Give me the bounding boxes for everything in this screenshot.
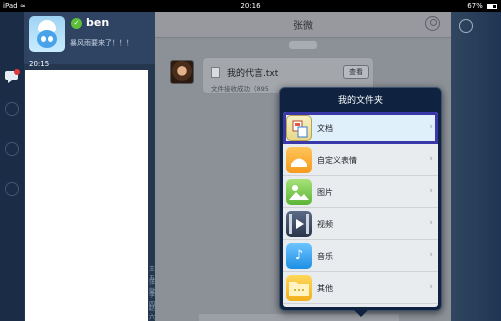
chevron-right-icon: › bbox=[429, 122, 433, 132]
folder-item-videos[interactable]: 视频 › bbox=[283, 208, 438, 240]
conversation-list-panel: ✓ ben 暴风雨要来了！！！ 20:15 王五 张微 李四 赵六 bbox=[24, 12, 155, 321]
folder-item-label: 文档 bbox=[317, 124, 333, 133]
folder-item-pictures[interactable]: 图片 › bbox=[283, 176, 438, 208]
emoji-icon bbox=[286, 147, 312, 173]
settings-icon[interactable] bbox=[5, 182, 19, 196]
time-divider bbox=[289, 41, 317, 49]
nav-rail bbox=[0, 12, 24, 321]
right-edge bbox=[451, 12, 501, 321]
user-name: ben bbox=[86, 16, 110, 29]
avatar[interactable] bbox=[29, 16, 65, 52]
video-icon bbox=[286, 211, 312, 237]
folder-item-other[interactable]: 其他 › bbox=[283, 272, 438, 304]
view-button[interactable]: 查看 bbox=[343, 65, 369, 79]
folder-item-label: 其他 bbox=[317, 284, 333, 293]
info-icon[interactable] bbox=[459, 19, 473, 33]
clock: 20:16 bbox=[240, 2, 261, 10]
folder-item-label: 自定义表情 bbox=[317, 156, 357, 165]
file-status: 文件接收成功（895 bbox=[211, 85, 269, 93]
contacts-icon[interactable] bbox=[5, 102, 19, 116]
document-icon bbox=[286, 115, 312, 141]
my-folder-popover: 我的文件夹 文档 › 自定义表情 › 图片 › 视频 › ♪ 音乐 › 其他 › bbox=[279, 87, 442, 311]
group-icon[interactable] bbox=[5, 142, 19, 156]
chat-header: 张微 bbox=[155, 12, 451, 38]
folder-list: 文档 › 自定义表情 › 图片 › 视频 › ♪ 音乐 › 其他 › bbox=[283, 112, 438, 307]
chevron-right-icon: › bbox=[429, 186, 433, 196]
contact-profile-icon[interactable] bbox=[425, 16, 440, 31]
battery-percent: 67% bbox=[467, 2, 483, 10]
chat-title: 张微 bbox=[293, 21, 313, 32]
popover-title: 我的文件夹 bbox=[337, 96, 383, 106]
folder-item-custom-emoji[interactable]: 自定义表情 › bbox=[283, 144, 438, 176]
input-bar[interactable] bbox=[199, 314, 399, 321]
user-signature: 暴风雨要来了！！！ bbox=[70, 39, 133, 47]
chevron-right-icon: › bbox=[429, 154, 433, 164]
popover-arrow bbox=[354, 310, 368, 317]
status-bar: iPad ≈ 20:16 67% bbox=[0, 0, 501, 12]
conversation-list[interactable] bbox=[25, 70, 148, 321]
sender-avatar[interactable] bbox=[170, 60, 194, 84]
avatar-eye bbox=[48, 36, 53, 42]
folder-item-documents[interactable]: 文档 › bbox=[283, 112, 438, 144]
battery-indicator: 67% bbox=[467, 2, 497, 10]
avatar-face bbox=[37, 30, 57, 48]
avatar-eye bbox=[41, 36, 46, 42]
profile-header[interactable]: ✓ ben 暴风雨要来了！！！ bbox=[24, 12, 155, 64]
battery-icon bbox=[487, 3, 497, 9]
folder-item-music[interactable]: ♪ 音乐 › bbox=[283, 240, 438, 272]
folder-item-label: 视频 bbox=[317, 220, 333, 229]
folder-icon bbox=[286, 275, 312, 301]
online-status-icon: ✓ bbox=[71, 18, 82, 29]
picture-icon bbox=[286, 179, 312, 205]
music-icon: ♪ bbox=[286, 243, 312, 269]
chevron-right-icon: › bbox=[429, 250, 433, 260]
folder-item-label: 音乐 bbox=[317, 252, 333, 261]
music-note-glyph: ♪ bbox=[294, 248, 304, 263]
file-icon bbox=[211, 67, 220, 78]
message-icon[interactable] bbox=[4, 69, 20, 83]
chevron-right-icon: › bbox=[429, 218, 433, 228]
message-timestamp: 20:15 bbox=[29, 60, 50, 68]
chevron-right-icon: › bbox=[429, 282, 433, 292]
folder-item-label: 图片 bbox=[317, 188, 333, 197]
file-name: 我的代言.txt bbox=[227, 69, 279, 79]
